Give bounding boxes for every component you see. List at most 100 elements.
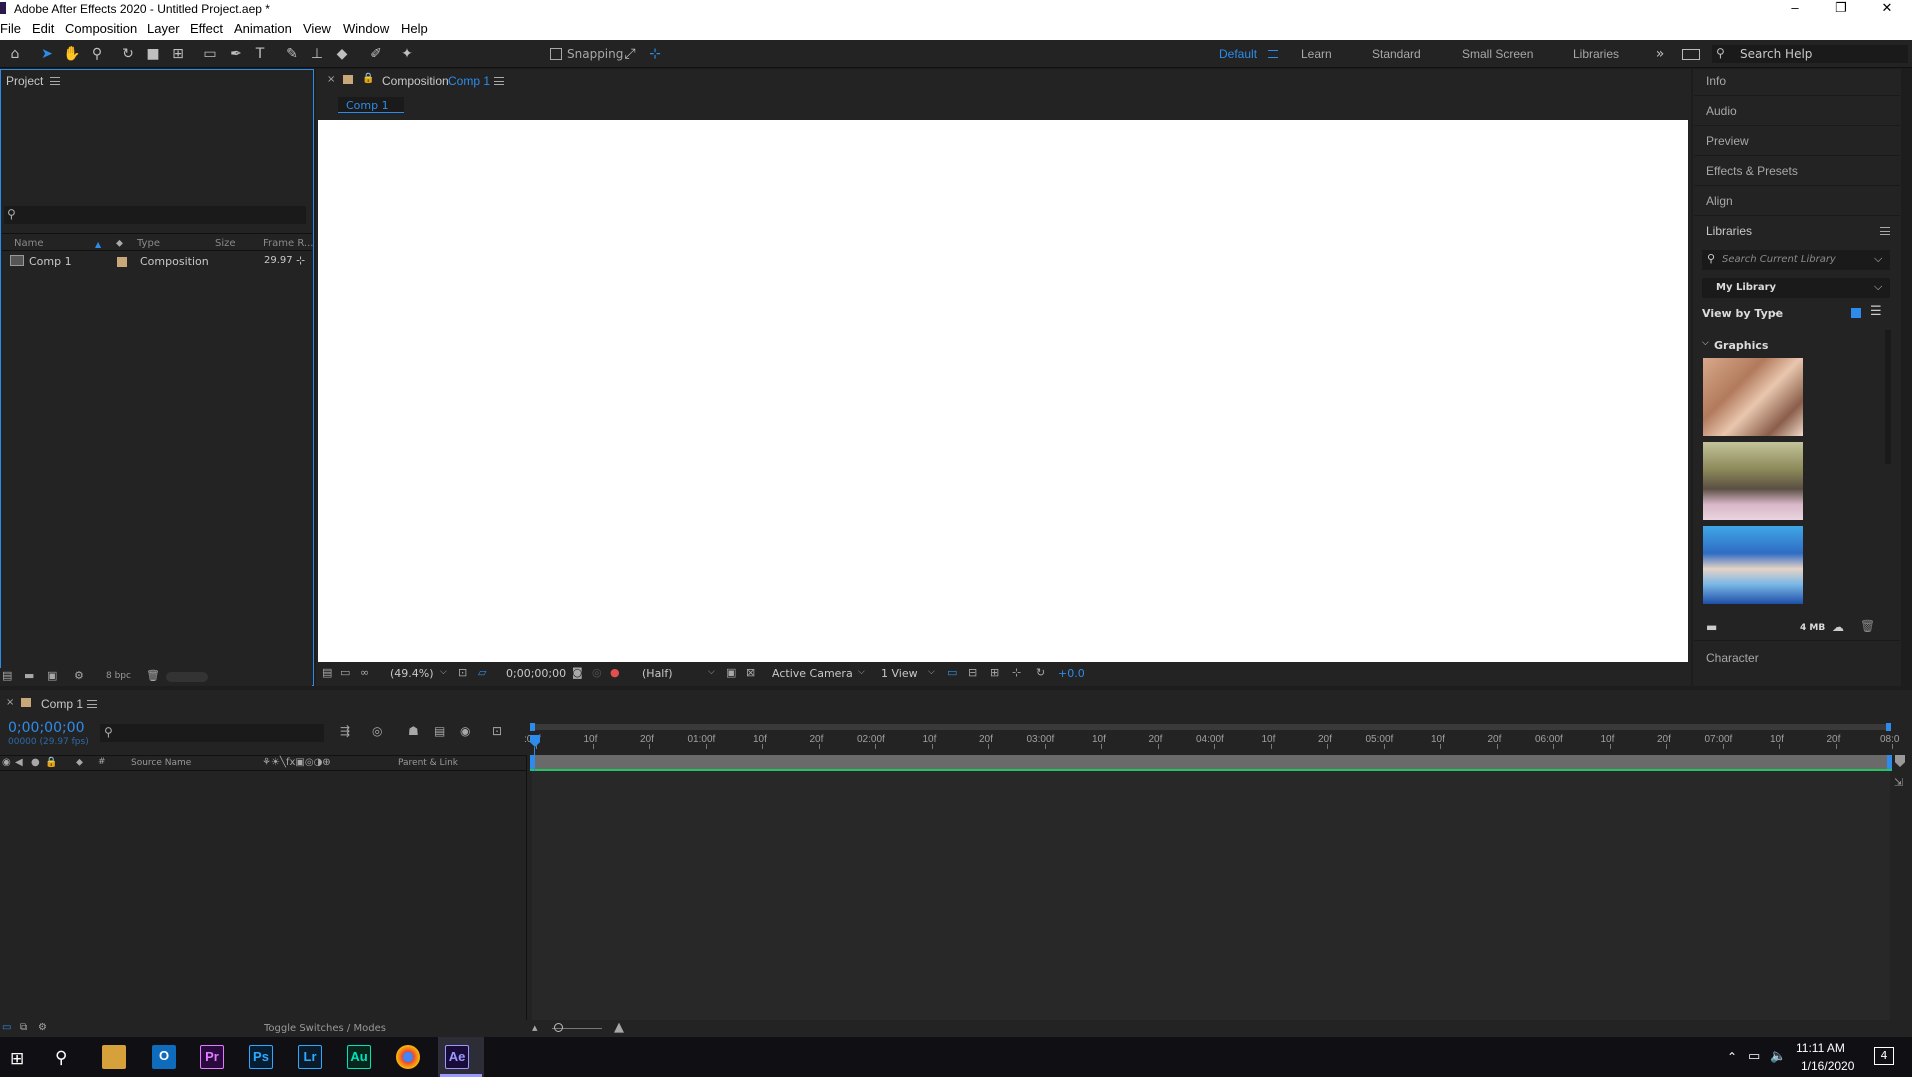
cloud-icon[interactable]: ☁ bbox=[1832, 620, 1844, 634]
layer-switches-icon[interactable]: ▭ bbox=[2, 1022, 11, 1033]
library-graphic-thumbnail[interactable] bbox=[1703, 358, 1803, 436]
folder-icon[interactable]: ▬ bbox=[1706, 620, 1717, 634]
premiere-icon[interactable]: Pr bbox=[200, 1045, 224, 1069]
zoom-tool-icon[interactable]: ⚲ bbox=[87, 44, 107, 64]
project-settings-icon[interactable]: ⚙ bbox=[74, 669, 84, 682]
work-area-end-handle[interactable] bbox=[1887, 755, 1892, 769]
type-tool-icon[interactable]: T bbox=[250, 44, 270, 64]
library-graphic-thumbnail[interactable] bbox=[1703, 526, 1803, 604]
draft-3d-icon[interactable]: ◎ bbox=[372, 724, 382, 738]
search-help-toggle-icon[interactable] bbox=[1682, 49, 1700, 60]
reset-exposure-icon[interactable]: ↻ bbox=[1036, 666, 1045, 679]
bit-depth-label[interactable]: 8 bpc bbox=[106, 671, 131, 681]
clock-time[interactable]: 11:11 AM bbox=[1796, 1041, 1845, 1055]
new-composition-icon[interactable]: ▣ bbox=[47, 669, 57, 682]
flowchart-icon[interactable]: ⊹ bbox=[1012, 666, 1021, 679]
chrome-icon[interactable] bbox=[396, 1045, 420, 1069]
menu-composition[interactable]: Composition bbox=[65, 21, 137, 36]
sort-up-icon[interactable]: ▲ bbox=[95, 240, 101, 249]
info-panel-tab[interactable]: Info bbox=[1706, 74, 1726, 88]
project-item-comp[interactable]: Comp 1 Composition 29.97 ⊹ bbox=[0, 253, 312, 270]
fast-previews-icon[interactable]: ⊟ bbox=[968, 666, 977, 679]
chevron-down-icon[interactable]: ⌵ bbox=[708, 667, 715, 677]
transparency-grid-icon[interactable]: ▱ bbox=[478, 666, 486, 679]
selection-tool-icon[interactable]: ➤ bbox=[37, 44, 57, 64]
view-layout-select[interactable]: 1 View bbox=[881, 667, 918, 680]
roto-brush-tool-icon[interactable]: ✐ bbox=[366, 44, 386, 64]
chevron-down-icon[interactable]: ⌵ bbox=[1772, 306, 1780, 317]
puppet-pin-tool-icon[interactable]: ✦ bbox=[397, 44, 417, 64]
audition-icon[interactable]: Au bbox=[347, 1045, 371, 1069]
pan-behind-tool-icon[interactable]: ⊞ bbox=[168, 44, 188, 64]
display-icon[interactable]: ▭ bbox=[340, 666, 350, 679]
zoom-select[interactable]: (49.4%) bbox=[390, 667, 434, 680]
composition-panel-menu-icon[interactable] bbox=[494, 77, 504, 85]
current-timecode[interactable]: 0;00;00;00 bbox=[506, 667, 566, 680]
library-search-input[interactable]: ⚲ Search Current Library ⌵ bbox=[1702, 250, 1890, 270]
toggle-transparency-icon[interactable]: ⊠ bbox=[746, 666, 755, 679]
navigator-start-handle[interactable] bbox=[530, 723, 535, 731]
view-by-type-dropdown[interactable]: View by Type bbox=[1702, 307, 1783, 320]
outlook-icon[interactable]: O bbox=[152, 1045, 176, 1069]
show-hidden-icons[interactable]: ⌃ bbox=[1727, 1050, 1737, 1064]
channels-icon[interactable]: ● bbox=[610, 666, 620, 679]
timeline-search-input[interactable]: ⚲ bbox=[100, 724, 324, 742]
column-name[interactable]: Name bbox=[14, 238, 44, 249]
close-button[interactable]: ✕ bbox=[1864, 0, 1910, 18]
lock-icon[interactable]: 🔒 bbox=[45, 757, 57, 768]
menu-file[interactable]: File bbox=[0, 21, 21, 36]
timeline-icon[interactable]: ⊞ bbox=[990, 666, 999, 679]
close-tab-icon[interactable]: × bbox=[6, 697, 14, 708]
show-snapshot-icon[interactable]: ◎ bbox=[592, 666, 602, 679]
close-tab-icon[interactable]: × bbox=[327, 74, 335, 85]
zoom-slider-handle[interactable] bbox=[554, 1023, 563, 1032]
frame-blending-icon[interactable]: ▤ bbox=[434, 724, 445, 738]
home-icon[interactable]: ⌂ bbox=[5, 44, 25, 64]
timeline-current-time[interactable]: 0;00;00;00 bbox=[8, 720, 85, 736]
resolution-select[interactable]: (Half) bbox=[642, 667, 673, 680]
menu-effect[interactable]: Effect bbox=[190, 21, 223, 36]
menu-view[interactable]: View bbox=[303, 21, 331, 36]
after-effects-icon[interactable]: Ae bbox=[445, 1045, 469, 1069]
new-folder-icon[interactable]: ▬ bbox=[24, 669, 34, 682]
project-panel-menu-icon[interactable] bbox=[50, 77, 60, 85]
exposure-value[interactable]: +0.0 bbox=[1058, 667, 1085, 680]
comp-mini-flowchart-icon[interactable]: ⇶ bbox=[340, 724, 350, 738]
rotate-tool-icon[interactable]: ↻ bbox=[118, 44, 138, 64]
column-type[interactable]: Type bbox=[137, 238, 160, 249]
menu-window[interactable]: Window bbox=[343, 21, 389, 36]
label-column-icon[interactable]: ⬥ bbox=[116, 238, 123, 249]
windows-start-icon[interactable]: ⊞ bbox=[10, 1049, 24, 1069]
fit-icon[interactable]: ⊡ bbox=[458, 666, 467, 679]
toggle-switches-modes-button[interactable]: Toggle Switches / Modes bbox=[264, 1023, 386, 1034]
menu-layer[interactable]: Layer bbox=[147, 21, 180, 36]
snapping-checkbox[interactable] bbox=[550, 48, 562, 60]
workspace-default[interactable]: Default bbox=[1219, 47, 1257, 61]
chevron-down-icon[interactable]: ⌵ bbox=[1874, 252, 1882, 266]
camera-select[interactable]: Active Camera bbox=[772, 667, 853, 680]
more-workspaces-icon[interactable]: » bbox=[1650, 44, 1670, 64]
switches-icons[interactable]: ⚘☀╲fx▣◎◑⊕ bbox=[262, 757, 331, 768]
label-color-swatch[interactable] bbox=[117, 257, 127, 267]
graph-editor-icon[interactable]: ⊡ bbox=[492, 724, 502, 738]
solo-icon[interactable]: ● bbox=[31, 757, 40, 768]
network-icon[interactable]: ▭ bbox=[1748, 1049, 1760, 1064]
always-preview-icon[interactable]: ▤ bbox=[322, 666, 332, 679]
libraries-scrollbar[interactable] bbox=[1885, 330, 1891, 464]
zoom-in-icon[interactable]: ▲ bbox=[614, 1020, 624, 1035]
chevron-down-icon[interactable]: ⌵ bbox=[440, 667, 447, 677]
file-explorer-icon[interactable] bbox=[102, 1045, 126, 1069]
thumbnail-slider[interactable] bbox=[166, 672, 208, 682]
workspace-libraries[interactable]: Libraries bbox=[1573, 47, 1619, 61]
hand-tool-icon[interactable]: ✋ bbox=[62, 44, 82, 64]
library-graphic-thumbnail[interactable] bbox=[1703, 442, 1803, 520]
chevron-down-icon[interactable]: ⌵ bbox=[858, 667, 865, 677]
effects-presets-panel-tab[interactable]: Effects & Presets bbox=[1706, 164, 1798, 178]
interpret-footage-icon[interactable]: ▤ bbox=[2, 669, 12, 682]
menu-edit[interactable]: Edit bbox=[32, 21, 54, 36]
shy-layers-icon[interactable]: ☗ bbox=[408, 724, 419, 738]
lightroom-icon[interactable]: Lr bbox=[298, 1045, 322, 1069]
clock-date[interactable]: 1/16/2020 bbox=[1801, 1059, 1854, 1073]
region-of-interest-icon[interactable]: ▣ bbox=[726, 666, 736, 679]
chevron-down-icon[interactable]: ⌵ bbox=[928, 667, 935, 677]
